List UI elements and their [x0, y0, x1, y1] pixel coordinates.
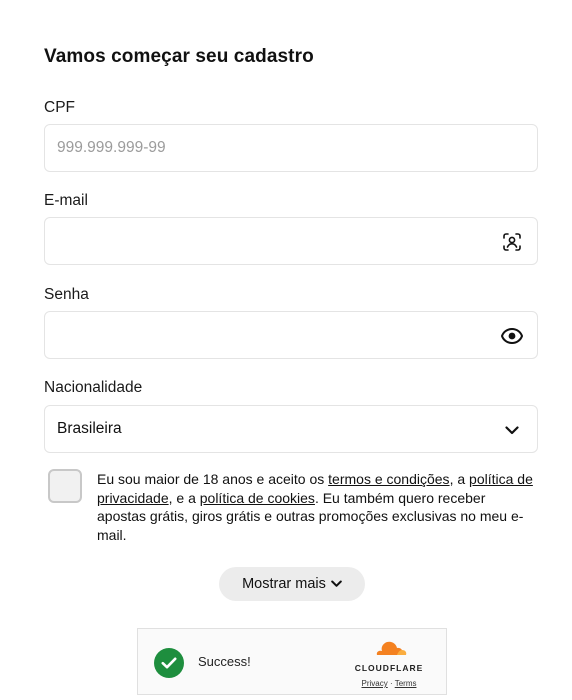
- password-label: Senha: [44, 286, 89, 303]
- chevron-down-icon: [331, 580, 342, 587]
- consent-text-part: , e a: [168, 489, 200, 506]
- cpf-label: CPF: [44, 99, 75, 116]
- consent-text-part: Eu sou maior de 18 anos e aceito os: [97, 471, 329, 487]
- consent-text: Eu sou maior de 18 anos e aceito os term…: [97, 470, 537, 544]
- nationality-select[interactable]: Brasileira: [44, 405, 538, 453]
- contact-autofill-icon[interactable]: [501, 231, 523, 253]
- cpf-field[interactable]: [44, 124, 538, 172]
- consent-text-part: , a: [449, 471, 470, 487]
- link-separator: ·: [387, 679, 395, 688]
- terms-link-captcha[interactable]: Terms: [395, 679, 417, 688]
- eye-icon[interactable]: [501, 325, 523, 347]
- email-field[interactable]: [44, 217, 538, 265]
- cpf-input[interactable]: [45, 125, 537, 171]
- show-more-label: Mostrar mais: [242, 576, 326, 592]
- captcha-widget: Success! CLOUDFLARE Privacy · Terms: [137, 628, 447, 695]
- email-input[interactable]: [45, 218, 537, 264]
- captcha-status: Success!: [198, 654, 251, 669]
- captcha-links: Privacy · Terms: [349, 679, 429, 688]
- page-title: Vamos começar seu cadastro: [44, 46, 314, 67]
- show-more-button[interactable]: Mostrar mais: [219, 567, 365, 601]
- password-field[interactable]: [44, 311, 538, 359]
- chevron-down-icon: [501, 419, 523, 441]
- consent-checkbox[interactable]: [48, 469, 82, 503]
- terms-link[interactable]: termos e condições: [328, 471, 449, 487]
- success-check-icon: [154, 648, 184, 678]
- cookie-policy-link[interactable]: política de cookies: [200, 490, 315, 506]
- nationality-label: Nacionalidade: [44, 379, 143, 396]
- cloud-icon: [376, 641, 407, 655]
- cloudflare-logo: CLOUDFLARE Privacy · Terms: [349, 639, 429, 688]
- cloudflare-wordmark: CLOUDFLARE: [354, 663, 424, 673]
- nationality-selected-value: Brasileira: [57, 420, 122, 437]
- email-label: E-mail: [44, 192, 88, 209]
- password-input[interactable]: [45, 312, 537, 358]
- privacy-link[interactable]: Privacy: [362, 679, 388, 688]
